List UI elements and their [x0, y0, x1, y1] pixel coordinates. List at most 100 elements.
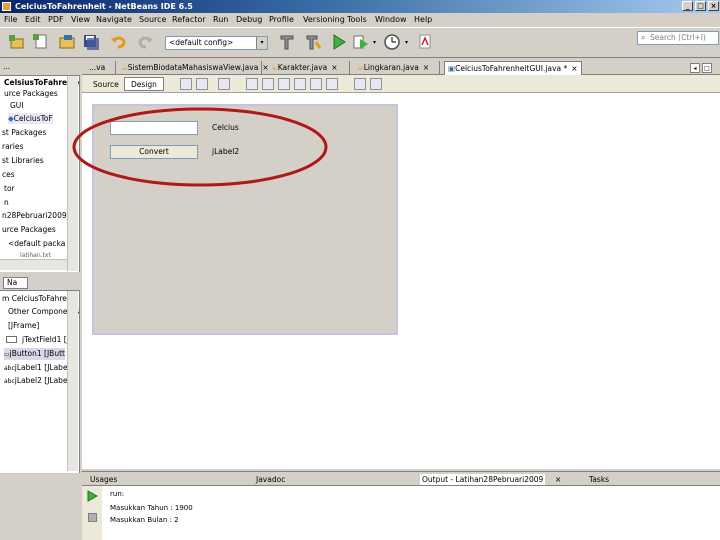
menu-refactor[interactable]: Refactor — [172, 14, 206, 26]
minimize-button[interactable]: _ — [682, 1, 693, 11]
label-icon: abc — [4, 365, 15, 372]
close-icon[interactable]: × — [331, 63, 337, 72]
maximize-editor-icon[interactable]: □ — [702, 63, 712, 73]
tree-item[interactable]: abcjLabel2 [JLabe — [4, 375, 68, 387]
output-tab-close-icon[interactable]: × — [555, 474, 561, 485]
center-vertically-icon[interactable] — [326, 78, 338, 90]
tree-item[interactable]: GUI — [10, 100, 24, 111]
output-line: Masukkan Tahun : 1900 — [110, 504, 193, 512]
save-all-icon[interactable] — [82, 33, 100, 51]
projects-tabstrip: ... — [0, 60, 80, 76]
menu-pdf[interactable]: PDF — [48, 14, 64, 26]
window-title-bar[interactable]: CelciusToFahrenheit - NetBeans IDE 6.5 _… — [0, 0, 720, 13]
config-select[interactable]: <default config> ▾ — [165, 36, 268, 50]
selection-mode-icon[interactable] — [180, 78, 192, 90]
open-project-icon[interactable] — [58, 33, 76, 51]
output-line: run: — [110, 490, 125, 498]
tree-item-label: CelciusToF — [13, 114, 53, 123]
textfield-icon — [6, 336, 17, 343]
menu-view[interactable]: View — [71, 14, 90, 26]
scroll-tabs-left-icon[interactable]: ◂ — [690, 63, 700, 73]
editor-tab[interactable]: ☕Lingkaran.java × — [354, 61, 440, 75]
tree-item[interactable]: st Libraries — [2, 155, 44, 166]
tree-item[interactable]: ces — [2, 169, 15, 180]
menu-navigate[interactable]: Navigate — [96, 14, 132, 26]
clean-build-icon[interactable] — [278, 33, 296, 51]
preview-design-icon[interactable] — [218, 78, 230, 90]
output-console[interactable] — [82, 486, 720, 540]
editor-tab[interactable]: ...va — [86, 61, 116, 75]
menu-tools[interactable]: Tools — [347, 14, 367, 26]
editor-tab-label: ...va — [89, 63, 106, 72]
tree-item-selected[interactable]: ▭jButton1 [JButt — [4, 348, 65, 360]
search-placeholder: Search (Ctrl+I) — [650, 33, 706, 42]
redo-icon[interactable] — [136, 33, 154, 51]
editor-tab[interactable]: ☕Karakter.java × — [268, 61, 350, 75]
design-tab[interactable]: Design — [124, 77, 164, 91]
tree-item[interactable]: abcjLabel1 [JLabe — [4, 362, 68, 374]
change-vertical-resizability-icon[interactable] — [370, 78, 382, 90]
align-right-icon[interactable] — [262, 78, 274, 90]
navigator-tab[interactable]: Na — [3, 277, 28, 289]
close-icon[interactable]: × — [571, 64, 577, 73]
source-tab[interactable]: Source — [86, 77, 126, 91]
run-icon[interactable] — [330, 33, 348, 51]
stop-icon[interactable] — [88, 513, 97, 522]
tree-item[interactable]: st Packages — [2, 127, 46, 138]
tree-item[interactable]: m CelciusToFahrenh — [2, 293, 76, 304]
build-icon[interactable] — [304, 33, 322, 51]
projects-hscrollbar[interactable] — [0, 259, 67, 270]
output-tabstrip: Usages Javadoc Output - Latihan28Pebruar… — [82, 471, 720, 486]
close-button[interactable]: × — [708, 1, 719, 11]
tree-item[interactable]: n — [4, 197, 9, 208]
center-horizontally-icon[interactable] — [278, 78, 290, 90]
tree-item[interactable]: jTextField1 [JT — [4, 334, 73, 345]
change-horizontal-resizability-icon[interactable] — [354, 78, 366, 90]
chevron-down-icon[interactable]: ▾ — [256, 37, 267, 49]
projects-tab[interactable]: ... — [3, 62, 10, 71]
search-input[interactable]: ⌕ Search (Ctrl+I) — [637, 31, 719, 45]
menu-source[interactable]: Source — [139, 14, 166, 26]
editor-tab-label: CelciusToFahrenheitGUI.java * — [455, 64, 568, 73]
navigator-scrollbar[interactable] — [67, 291, 78, 471]
rerun-icon[interactable] — [86, 490, 98, 502]
menu-versioning[interactable]: Versioning — [303, 14, 345, 26]
output-tab[interactable]: Output - Latihan28Pebruari2009 — [420, 474, 546, 485]
javadoc-tab[interactable]: Javadoc — [256, 474, 285, 485]
align-bottom-icon[interactable] — [310, 78, 322, 90]
align-left-icon[interactable] — [246, 78, 258, 90]
tree-item[interactable]: n28Pebruari2009 — [2, 210, 67, 221]
tree-item[interactable]: urce Packages — [4, 88, 58, 99]
navigator-tabstrip: Na — [0, 275, 80, 291]
menu-profile[interactable]: Profile — [269, 14, 294, 26]
pdf-icon[interactable] — [416, 33, 434, 51]
new-file-icon[interactable] — [32, 33, 50, 51]
debug-icon[interactable] — [352, 33, 370, 51]
menu-file[interactable]: File — [4, 14, 17, 26]
debug-dropdown-icon[interactable]: ▾ — [373, 39, 376, 46]
editor-tab-label: Lingkaran.java — [363, 63, 419, 72]
usages-tab[interactable]: Usages — [90, 474, 117, 485]
menu-window[interactable]: Window — [375, 14, 407, 26]
profile-icon[interactable] — [383, 33, 401, 51]
maximize-button[interactable]: □ — [695, 1, 706, 11]
tree-item[interactable]: [JFrame] — [8, 320, 39, 331]
align-top-icon[interactable] — [294, 78, 306, 90]
tasks-tab[interactable]: Tasks — [589, 474, 609, 485]
menu-edit[interactable]: Edit — [25, 14, 41, 26]
profile-dropdown-icon[interactable]: ▾ — [405, 39, 408, 46]
tree-item[interactable]: urce Packages — [2, 224, 56, 235]
tree-item-selected[interactable]: ◆CelciusToF — [8, 113, 53, 124]
editor-tab-active[interactable]: ▣CelciusToFahrenheitGUI.java * × — [444, 61, 582, 75]
new-project-icon[interactable] — [8, 33, 26, 51]
tree-item[interactable]: <default packa — [8, 238, 65, 249]
tree-item[interactable]: raries — [2, 141, 23, 152]
menu-run[interactable]: Run — [213, 14, 228, 26]
editor-tab[interactable]: ☕SistemBiodataMahasiswaView.java × — [118, 61, 269, 75]
close-icon[interactable]: × — [423, 63, 429, 72]
menu-help[interactable]: Help — [414, 14, 432, 26]
tree-item[interactable]: tor — [4, 183, 15, 194]
connection-mode-icon[interactable] — [196, 78, 208, 90]
undo-icon[interactable] — [110, 33, 128, 51]
menu-debug[interactable]: Debug — [236, 14, 262, 26]
